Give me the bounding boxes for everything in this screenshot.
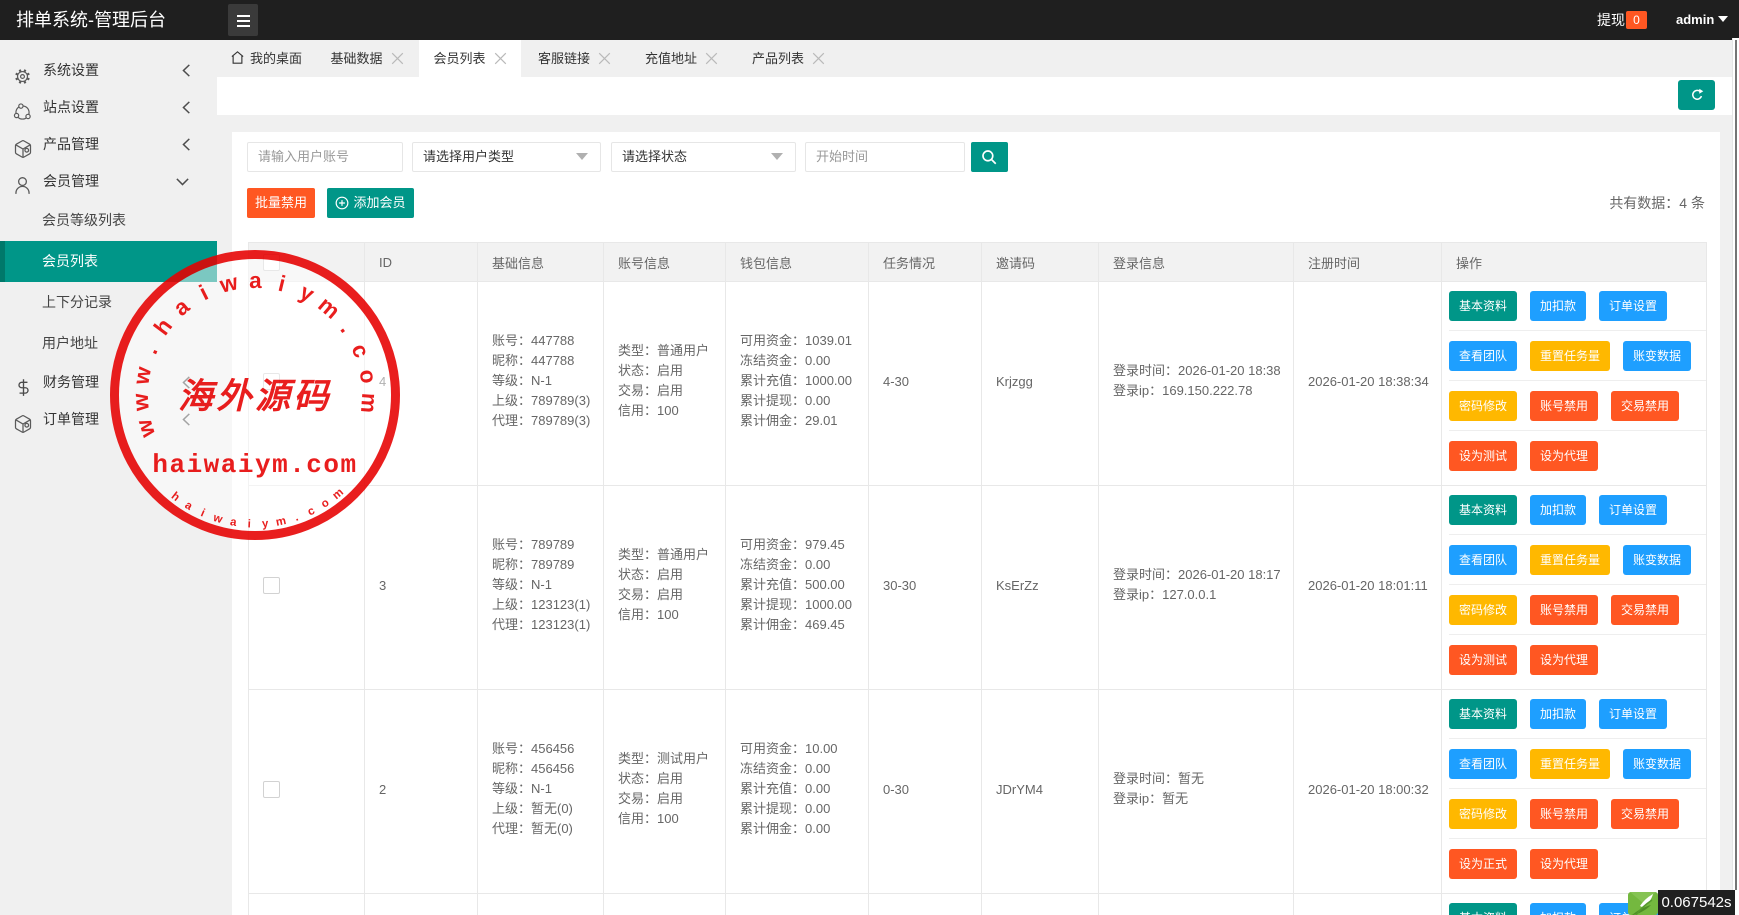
svg-text:a: a [249, 268, 262, 293]
svg-text:w: w [128, 392, 154, 413]
svg-text:haiwaiym.com: haiwaiym.com [152, 450, 357, 480]
svg-text:i: i [247, 518, 251, 530]
svg-text:m: m [356, 392, 382, 414]
svg-text:海外源码: 海外源码 [178, 377, 332, 416]
